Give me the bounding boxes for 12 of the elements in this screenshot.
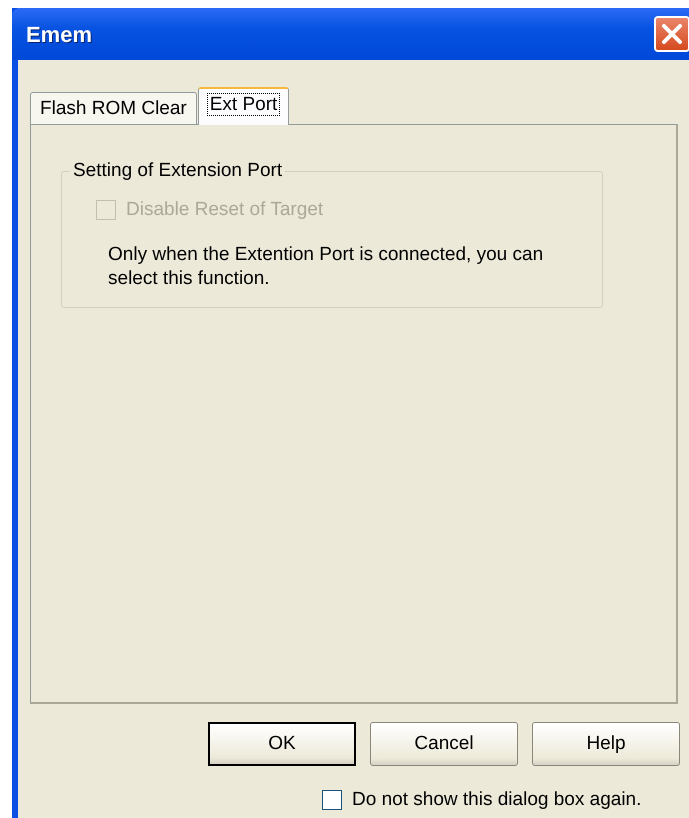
dialog-button[interactable]: Cancel bbox=[370, 722, 518, 766]
close-icon bbox=[661, 23, 683, 45]
close-button[interactable] bbox=[654, 16, 689, 52]
checkbox-label[interactable]: Do not show this dialog box again. bbox=[352, 786, 642, 814]
group-title: Setting of Extension Port bbox=[70, 159, 286, 183]
dialog-button[interactable]: OK bbox=[208, 722, 356, 766]
tab[interactable]: Ext Port bbox=[198, 87, 290, 125]
dialog-button[interactable]: Help bbox=[532, 722, 680, 766]
tab[interactable]: Flash ROM Clear bbox=[30, 92, 197, 124]
window-title: Emem bbox=[26, 20, 92, 48]
checkbox[interactable] bbox=[322, 790, 342, 810]
note-text: Only when the Extention Port is connected, you can select this function. bbox=[108, 242, 544, 290]
